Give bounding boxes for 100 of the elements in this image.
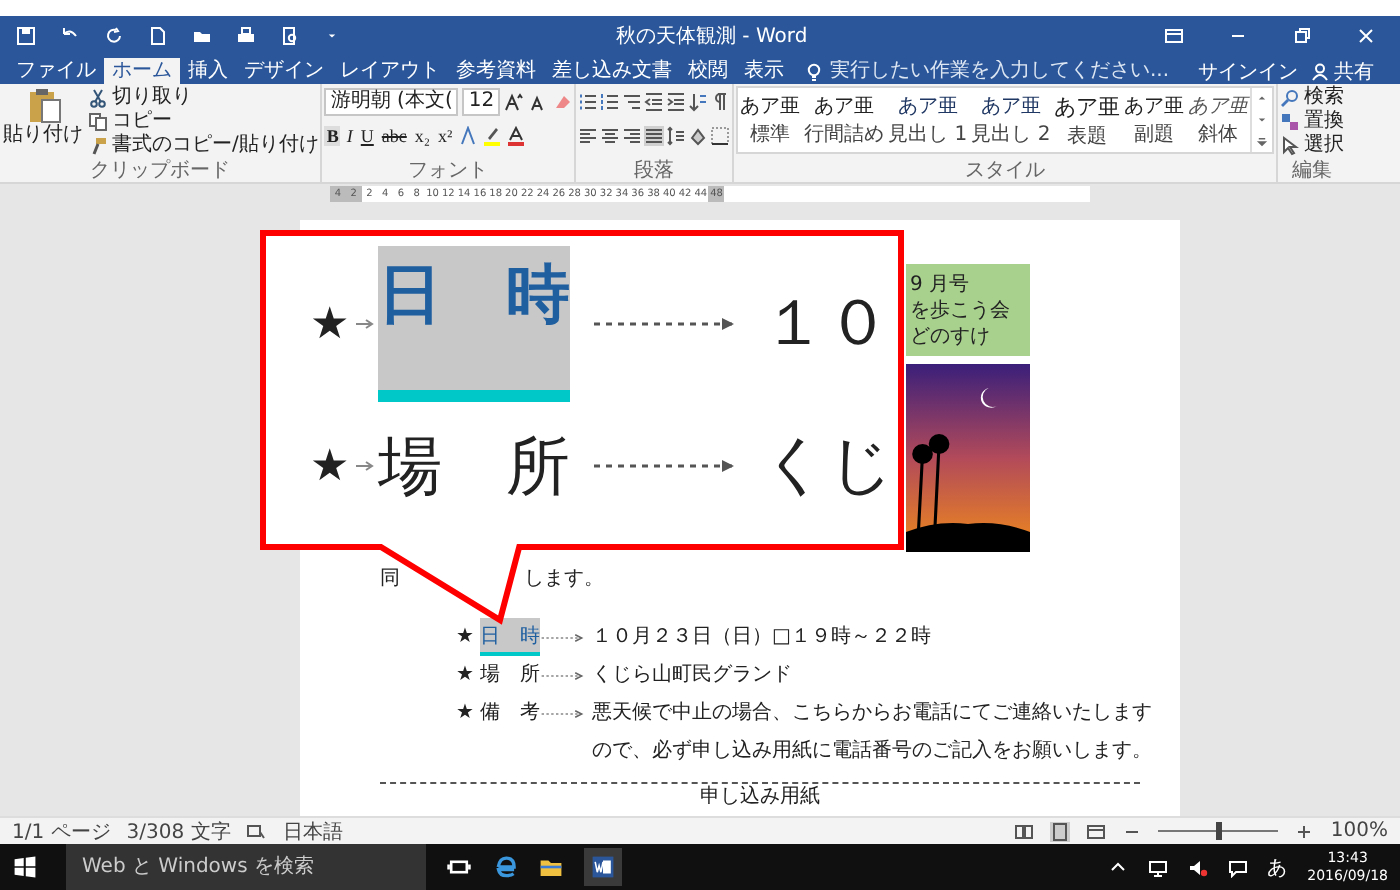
editing-button[interactable]: 置換 <box>1280 110 1345 132</box>
ribbon-tab[interactable]: 参考資料 <box>448 58 544 84</box>
font-color-icon[interactable] <box>506 126 527 146</box>
shrink-font-icon[interactable] <box>528 92 549 112</box>
star-bullet: ★ <box>310 297 350 349</box>
style-item[interactable]: あア亜 見出し 1 <box>886 88 970 152</box>
browser-icon[interactable] <box>492 854 518 880</box>
multilevel-list-icon[interactable] <box>622 92 643 112</box>
sort-icon[interactable] <box>688 92 709 112</box>
star-bullet: ★ <box>456 624 476 652</box>
proofing-icon[interactable] <box>246 821 267 841</box>
cursor-icon <box>1280 135 1301 155</box>
format-button[interactable]: B <box>324 126 341 146</box>
word-app-icon[interactable] <box>584 848 622 886</box>
detail-value: １０ <box>762 281 890 363</box>
line-spacing-icon[interactable] <box>666 126 687 146</box>
detail-label: 日 時 <box>378 245 570 401</box>
close-icon[interactable] <box>1356 26 1376 46</box>
folder-icon[interactable] <box>192 26 212 46</box>
format-button[interactable]: abc <box>379 126 409 146</box>
font-name-field[interactable]: 游明朝 (本文( <box>324 88 459 116</box>
style-item[interactable]: あア亜 見出し 2 <box>969 88 1053 152</box>
ribbon-tab[interactable]: デザイン <box>236 58 332 84</box>
ribbon-tab[interactable]: ファイル <box>8 58 104 84</box>
window-title: 秋の天体観測 - Word <box>616 23 810 50</box>
pilcrow-icon[interactable] <box>710 92 731 112</box>
align-right-icon[interactable] <box>622 126 643 146</box>
ime-indicator[interactable]: あ <box>1267 853 1288 881</box>
editing-button[interactable]: 検索 <box>1280 86 1345 108</box>
style-item[interactable]: あア亜 行間詰め <box>802 88 887 152</box>
tab-arrow-icon <box>354 457 374 473</box>
shading-icon[interactable] <box>688 126 709 146</box>
zoom-level[interactable]: 100% <box>1330 820 1388 842</box>
decrease-indent-icon[interactable] <box>644 92 665 112</box>
format-button[interactable]: U <box>358 126 376 146</box>
style-item[interactable]: あア亜 表題 <box>1052 88 1123 152</box>
print-layout-icon[interactable] <box>1050 821 1071 841</box>
form-heading: 申し込み用紙 <box>700 784 820 810</box>
font-size-field[interactable]: 12 <box>462 88 501 116</box>
printer-icon[interactable] <box>236 26 256 46</box>
star-bullet: ★ <box>456 700 476 728</box>
star-bullet: ★ <box>310 439 350 491</box>
message-icon[interactable] <box>1227 857 1248 877</box>
detail-value: 悪天候で中止の場合、こちらからお電話にてご連絡いたしますので、必ず申し込み用紙に電話番号のご記入をお願いします。 <box>592 699 1154 766</box>
ribbon-tab[interactable]: ホーム <box>104 58 180 84</box>
language-indicator[interactable]: 日本語 <box>282 817 343 845</box>
text-effects-icon[interactable] <box>458 126 479 146</box>
increase-indent-icon[interactable] <box>666 92 687 112</box>
detail-value: くじら山町民グランド <box>592 661 794 690</box>
grow-font-icon[interactable] <box>504 92 525 112</box>
word-count[interactable]: 3/308 文字 <box>126 817 231 845</box>
sign-in-link[interactable]: サインイン <box>1198 58 1298 84</box>
ribbon-tab[interactable]: 表示 <box>736 58 792 84</box>
format-button[interactable]: x₂ <box>412 126 433 146</box>
ribbon-tab[interactable]: 挿入 <box>180 58 236 84</box>
web-layout-icon[interactable] <box>1086 821 1107 841</box>
ribbon-tab[interactable]: 差し込み文書 <box>544 58 680 84</box>
format-button[interactable]: x² <box>436 126 455 146</box>
format-painter-button[interactable]: 書式のコピー/貼り付け <box>88 134 319 156</box>
detail-label: 日 時 <box>480 618 540 656</box>
style-item[interactable]: あア亜 標準 <box>738 88 803 152</box>
save-icon[interactable] <box>16 26 36 46</box>
group-label: スタイル <box>963 160 1048 182</box>
ribbon-tab[interactable]: 校閲 <box>680 58 736 84</box>
style-item[interactable]: あア亜 副題 <box>1122 88 1187 152</box>
format-button[interactable]: I <box>344 126 355 146</box>
style-item[interactable]: あア亜 斜体 <box>1186 88 1251 152</box>
redo-icon[interactable] <box>104 26 124 46</box>
detail-label: 場 所 <box>378 425 570 507</box>
ribbon-tab[interactable]: レイアウト <box>332 58 448 84</box>
cut-button[interactable]: 切り取り <box>88 86 319 108</box>
justify-icon[interactable] <box>644 126 665 146</box>
detail-label: 備 考 <box>480 699 540 728</box>
copy-button[interactable]: コピー <box>88 110 319 132</box>
speaker-muted-icon[interactable] <box>1187 857 1208 877</box>
highlighter-icon[interactable] <box>482 126 503 146</box>
borders-icon[interactable] <box>710 126 731 146</box>
numbering-icon[interactable] <box>600 92 621 112</box>
align-left-icon[interactable] <box>578 126 599 146</box>
print-preview-icon[interactable] <box>280 26 300 46</box>
taskbar-search-field[interactable]: Web と Windows を検索 <box>66 844 426 890</box>
zoom-in-icon[interactable] <box>1294 821 1315 841</box>
align-center-icon[interactable] <box>600 126 621 146</box>
share-button[interactable]: 共有 <box>1310 58 1374 84</box>
ribbon-display-icon[interactable] <box>1164 26 1184 46</box>
more-icon[interactable] <box>1254 133 1271 150</box>
windows-logo-icon[interactable] <box>12 854 38 880</box>
read-mode-icon[interactable] <box>1014 821 1035 841</box>
body-text: します。 <box>524 566 604 594</box>
editing-button[interactable]: 選択 <box>1280 134 1345 156</box>
paste-button[interactable]: 貼り付け <box>2 86 84 156</box>
network-icon[interactable] <box>1147 857 1168 877</box>
bullets-icon[interactable] <box>578 92 599 112</box>
copy-icon <box>88 111 108 131</box>
tab-arrow-icon <box>540 630 588 646</box>
page-count[interactable]: 1/1 ページ <box>12 817 111 845</box>
restore-icon[interactable] <box>1292 26 1312 46</box>
new-document-icon[interactable] <box>148 26 168 46</box>
zoom-slider-thumb[interactable] <box>1216 822 1223 840</box>
group-label: フォント <box>406 160 491 182</box>
